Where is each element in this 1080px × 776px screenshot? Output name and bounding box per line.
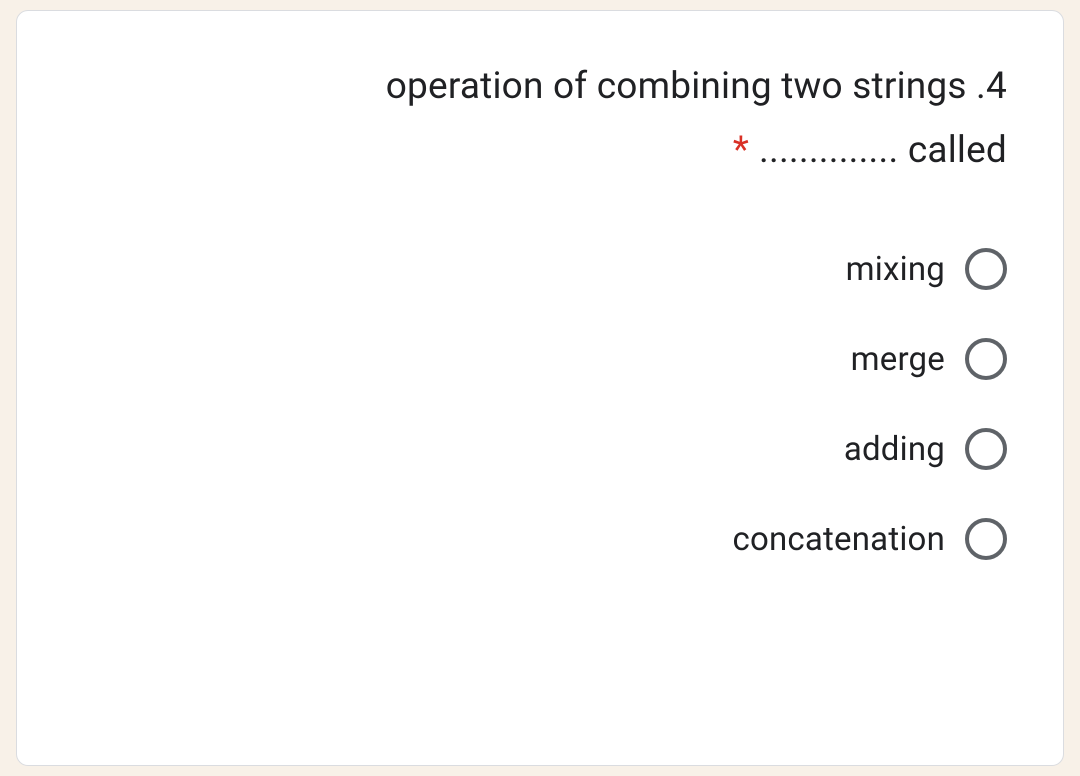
radio-icon[interactable] (965, 428, 1007, 470)
option-adding[interactable]: adding (73, 428, 1007, 470)
question-line-2: *.............. called (73, 123, 1007, 179)
radio-icon[interactable] (965, 518, 1007, 560)
radio-icon[interactable] (965, 338, 1007, 380)
question-text-block: operation of combining two strings .4 *.… (73, 59, 1007, 178)
options-list: mixing merge adding concatenation (73, 248, 1007, 560)
option-label: mixing (846, 250, 945, 289)
option-concatenation[interactable]: concatenation (73, 518, 1007, 560)
option-merge[interactable]: merge (73, 338, 1007, 380)
question-line-1: operation of combining two strings .4 (73, 59, 1007, 115)
question-card: operation of combining two strings .4 *.… (16, 10, 1064, 766)
radio-icon[interactable] (965, 248, 1007, 290)
question-dots: .............. (759, 129, 898, 172)
option-mixing[interactable]: mixing (73, 248, 1007, 290)
required-indicator: * (733, 129, 749, 172)
option-label: adding (844, 430, 945, 469)
question-called: called (898, 129, 1007, 172)
option-label: merge (851, 340, 945, 379)
option-label: concatenation (733, 520, 945, 559)
